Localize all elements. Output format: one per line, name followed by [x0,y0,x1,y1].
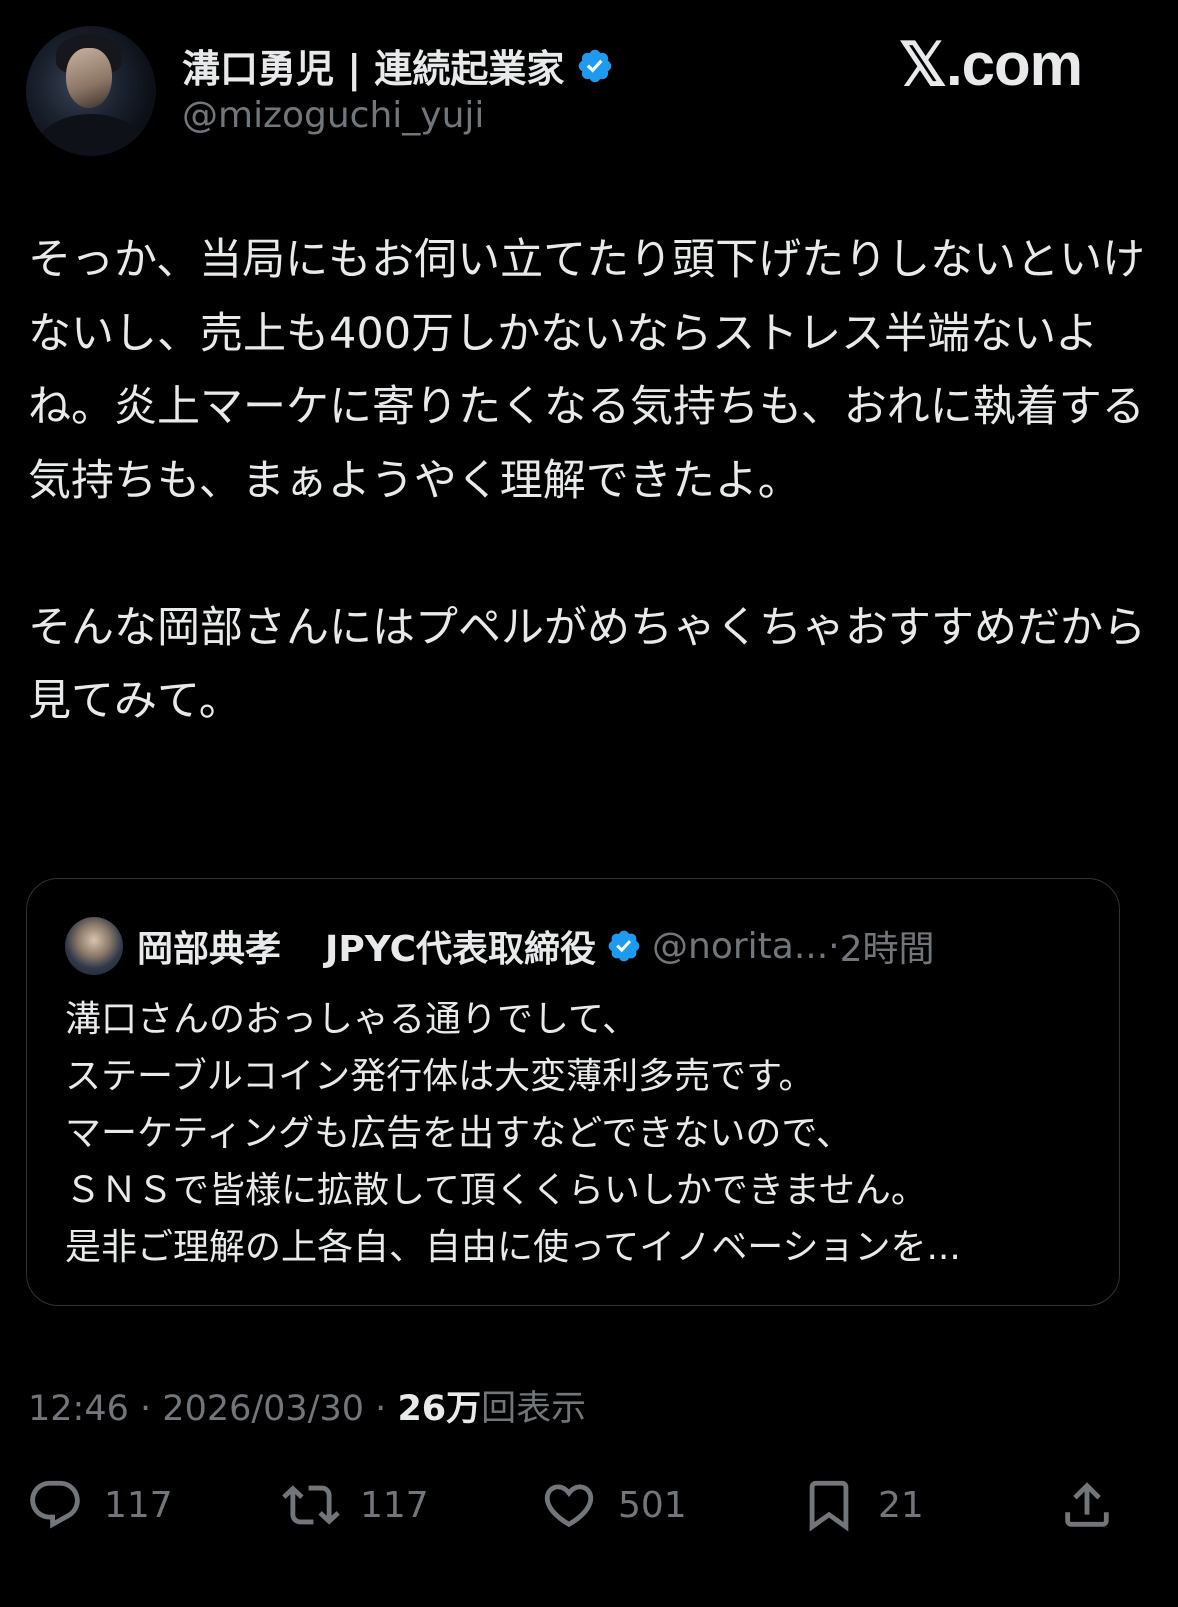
author-name-text: 溝口勇児 | 連続起業家 [182,47,565,91]
tweet-date[interactable]: 2026/03/30 [162,1389,364,1429]
tweet-meta: 12:46 · 2026/03/30 · 26万回表示 [28,1380,586,1431]
quoted-tweet-body: 溝口さんのおっしゃる通りでして、 ステーブルコイン発行体は大変薄利多売です。 マ… [65,991,1095,1276]
bookmark-button[interactable]: 21 [800,1470,924,1540]
quoted-tweet-time: 2時間 [839,929,935,970]
quoted-tweet-header: 岡部典孝 JPYC代表取締役 @norita... · 2時間 [65,917,935,975]
x-logo-watermark: 𝕏.com [898,31,1083,98]
tweet-body: そっか、当局にもお伺い立てたり頭下げたりしないといけないし、売上も400万しかな… [28,224,1148,739]
quoted-tweet-line: 溝口さんのおっしゃる通りでして、 [65,999,639,1040]
quoted-author-name-part2: JPYC代表取締役 [325,929,597,970]
quoted-author-name: 岡部典孝 JPYC代表取締役 [137,920,596,972]
share-button[interactable] [1058,1470,1136,1540]
action-bar: 117 117 501 21 [0,1470,1178,1540]
bookmark-count: 21 [878,1484,924,1526]
repost-button[interactable]: 117 [282,1470,429,1540]
quoted-tweet-line: ＳＮＳで皆様に拡散して頂くくらいしかできません。 [65,1170,927,1211]
separator-dot: · [828,925,840,967]
separator-dot: · [375,1389,387,1429]
author-display-name[interactable]: 溝口勇児 | 連続起業家 [182,38,614,93]
quoted-tweet-line: ステーブルコイン発行体は大変薄利多売です。 [65,1056,815,1097]
quoted-tweet-line: マーケティングも広告を出すなどできないので、 [65,1113,852,1154]
quoted-tweet-line: 是非ご理解の上各自、自由に使ってイノベーションを... [65,1227,961,1268]
views-count: 26万 [397,1389,482,1429]
reply-count: 117 [104,1484,173,1526]
avatar-face [66,48,112,108]
quoted-author-avatar [65,917,123,975]
quoted-tweet-card[interactable]: 岡部典孝 JPYC代表取締役 @norita... · 2時間 溝口さんのおっしゃ… [26,878,1120,1306]
reply-icon [30,1480,80,1529]
tweet-time[interactable]: 12:46 [28,1389,129,1429]
like-button[interactable]: 501 [540,1470,687,1540]
heart-icon [544,1484,594,1528]
verified-badge-icon [579,49,612,82]
share-icon [1065,1482,1109,1527]
like-count: 501 [618,1484,687,1526]
quoted-author-name-part1: 岡部典孝 [137,929,282,970]
repost-icon [282,1485,340,1525]
author-avatar[interactable] [26,26,156,156]
repost-count: 117 [360,1484,429,1526]
bookmark-icon [809,1480,849,1532]
avatar-body [36,114,146,156]
quoted-author-handle: @norita... [652,925,829,967]
tweet-paragraph: そんな岡部さんにはプペルがめちゃくちゃおすすめだから見てみて。 [28,602,1146,727]
tweet-paragraph: そっか、当局にもお伺い立てたり頭下げたりしないといけないし、売上も400万しかな… [28,235,1146,506]
views-label: 回表示 [481,1389,587,1429]
author-handle[interactable]: @mizoguchi_yuji [182,95,484,136]
reply-button[interactable]: 117 [26,1470,173,1540]
separator-dot: · [140,1389,152,1429]
verified-badge-icon [608,930,640,962]
